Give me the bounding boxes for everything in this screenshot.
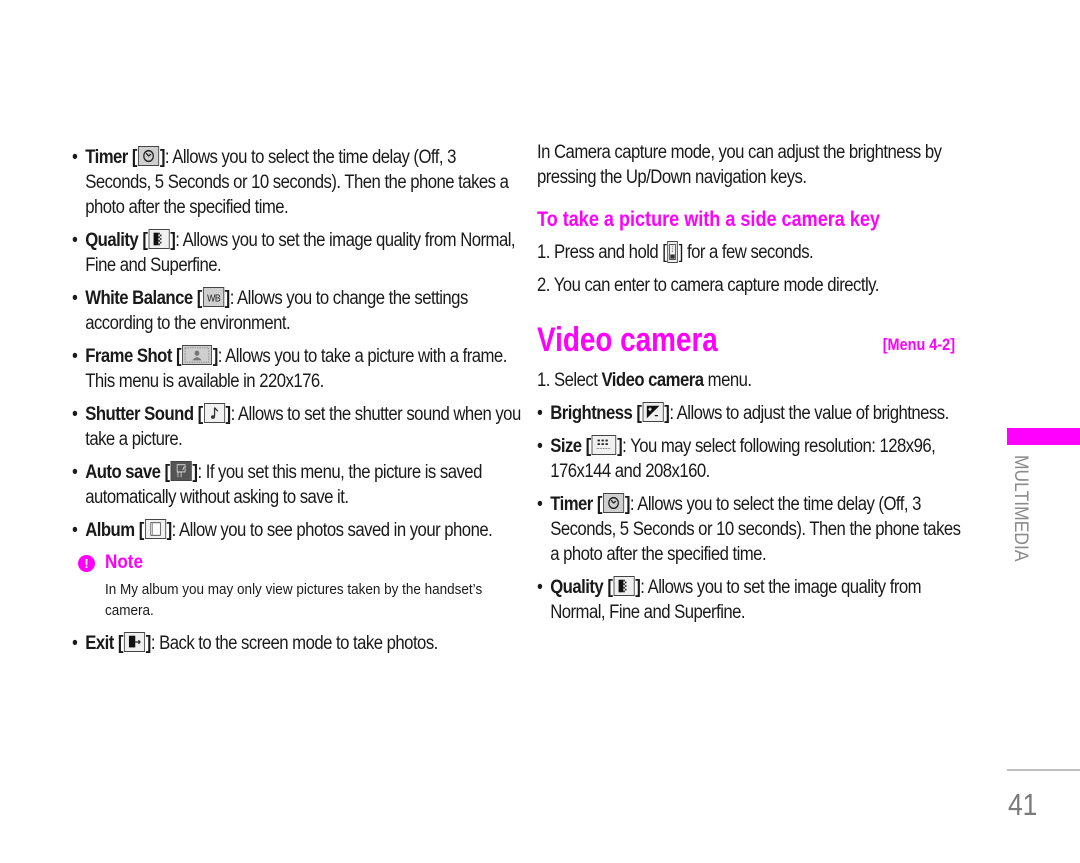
item-label: Album [85, 520, 135, 541]
step-text-after: menu. [703, 370, 752, 391]
item-label: White Balance [85, 288, 193, 309]
list-item-brightness: • Brightness []: Allows to adjust the va… [537, 402, 949, 424]
bullet: • [72, 633, 78, 654]
step-number: 2. [537, 275, 550, 296]
list-item-auto-save: • Auto save []: If you set this menu, th… [72, 461, 482, 508]
step-text-before: Press and hold [ [554, 242, 667, 263]
step-number: 1. [537, 370, 550, 391]
left-column: • Timer []: Allows you to select the tim… [72, 145, 521, 664]
list-item-quality: • Quality []: Allows you to set the imag… [537, 576, 922, 623]
bullet: • [537, 436, 543, 457]
item-label: Quality [550, 577, 604, 598]
item-label: Frame Shot [85, 346, 172, 367]
section-heading: Video camera [Menu 4-2] [537, 322, 955, 358]
item-label: Quality [85, 230, 139, 251]
step-1: 1. Press and hold [ ] for a few seconds. [537, 240, 955, 265]
side-key-heading: To take a picture with a side camera key [537, 208, 880, 231]
right-column: In Camera capture mode, you can adjust t… [537, 140, 961, 633]
bullet: • [72, 404, 78, 425]
item-label: Shutter Sound [85, 404, 194, 425]
list-item-white-balance: • White Balance [WB]: Allows you to chan… [72, 287, 468, 334]
quality-icon [148, 229, 170, 249]
list-item-timer: • Timer []: Allows you to select the tim… [537, 493, 961, 565]
timer-icon [602, 493, 624, 513]
white-balance-glyph: WB [207, 293, 220, 304]
bullet: • [72, 520, 78, 541]
item-label: Timer [550, 494, 593, 515]
section-label: MULTIMEDIA [1010, 455, 1031, 562]
note-box: ! Note In My album you may only view pic… [72, 551, 512, 621]
list-item-timer: • Timer []: Allows you to select the tim… [72, 146, 509, 218]
side-camera-key-icon [667, 241, 678, 263]
item-desc: : Allows to adjust the value of brightne… [669, 403, 949, 424]
bullet: • [72, 462, 78, 483]
item-label: Brightness [550, 403, 633, 424]
section-title: Video camera [537, 321, 718, 359]
item-desc: : Back to the screen mode to take photos… [150, 633, 438, 654]
note-heading: ! Note [72, 551, 512, 575]
step-text: You can enter to camera capture mode dir… [553, 275, 880, 296]
bullet: • [72, 346, 78, 367]
step-2: 2. You can enter to camera capture mode … [537, 273, 955, 298]
item-label: Auto save [85, 462, 161, 483]
bullet: • [72, 288, 78, 309]
note-body: In My album you may only view pictures t… [105, 581, 483, 619]
exit-icon [123, 632, 145, 652]
item-desc: : Allow you to see photos saved in your … [171, 520, 493, 541]
section-tab-marker [1007, 428, 1080, 445]
bullet: • [72, 230, 78, 251]
step-number: 1. [537, 242, 550, 263]
item-desc: : Allows you to set the image quality fr… [550, 577, 922, 623]
list-item-frame-shot: • Frame Shot []: Allows you to take a pi… [72, 345, 507, 392]
note-title: Note [105, 552, 144, 573]
menu-reference: [Menu 4-2] [882, 335, 955, 354]
frame-shot-icon [181, 345, 212, 365]
select-step: 1. Select Video camera menu. [537, 368, 955, 393]
step-text-bold: Video camera [601, 370, 704, 391]
album-icon [144, 519, 166, 539]
bullet: • [72, 147, 78, 168]
exclamation-icon: ! [78, 554, 95, 572]
bullet: • [537, 403, 543, 424]
footer-divider [1007, 769, 1080, 771]
item-label: Size [550, 436, 582, 457]
size-icon [591, 435, 617, 455]
list-item-shutter-sound: • Shutter Sound []: Allows to set the sh… [72, 403, 521, 450]
step-text-after: ] for a few seconds. [678, 242, 814, 263]
brightness-icon [642, 402, 664, 422]
white-balance-icon: WB [202, 287, 224, 307]
item-label: Exit [85, 633, 114, 654]
step-text-before: Select [554, 370, 602, 391]
intro-paragraph: In Camera capture mode, you can adjust t… [537, 142, 942, 188]
bullet: • [537, 577, 543, 598]
item-label: Timer [85, 147, 128, 168]
bullet: • [537, 494, 543, 515]
quality-icon [613, 576, 635, 596]
list-item-album: • Album []: Allow you to see photos save… [72, 519, 493, 541]
list-item-quality: • Quality []: Allows you to set the imag… [72, 229, 516, 276]
shutter-sound-icon [203, 403, 225, 423]
page-number: 41 [1008, 787, 1038, 822]
auto-save-icon [170, 461, 192, 481]
timer-icon [137, 146, 159, 166]
list-item-exit: • Exit []: Back to the screen mode to ta… [72, 632, 438, 654]
list-item-size: • Size []: You may select following reso… [537, 435, 936, 482]
